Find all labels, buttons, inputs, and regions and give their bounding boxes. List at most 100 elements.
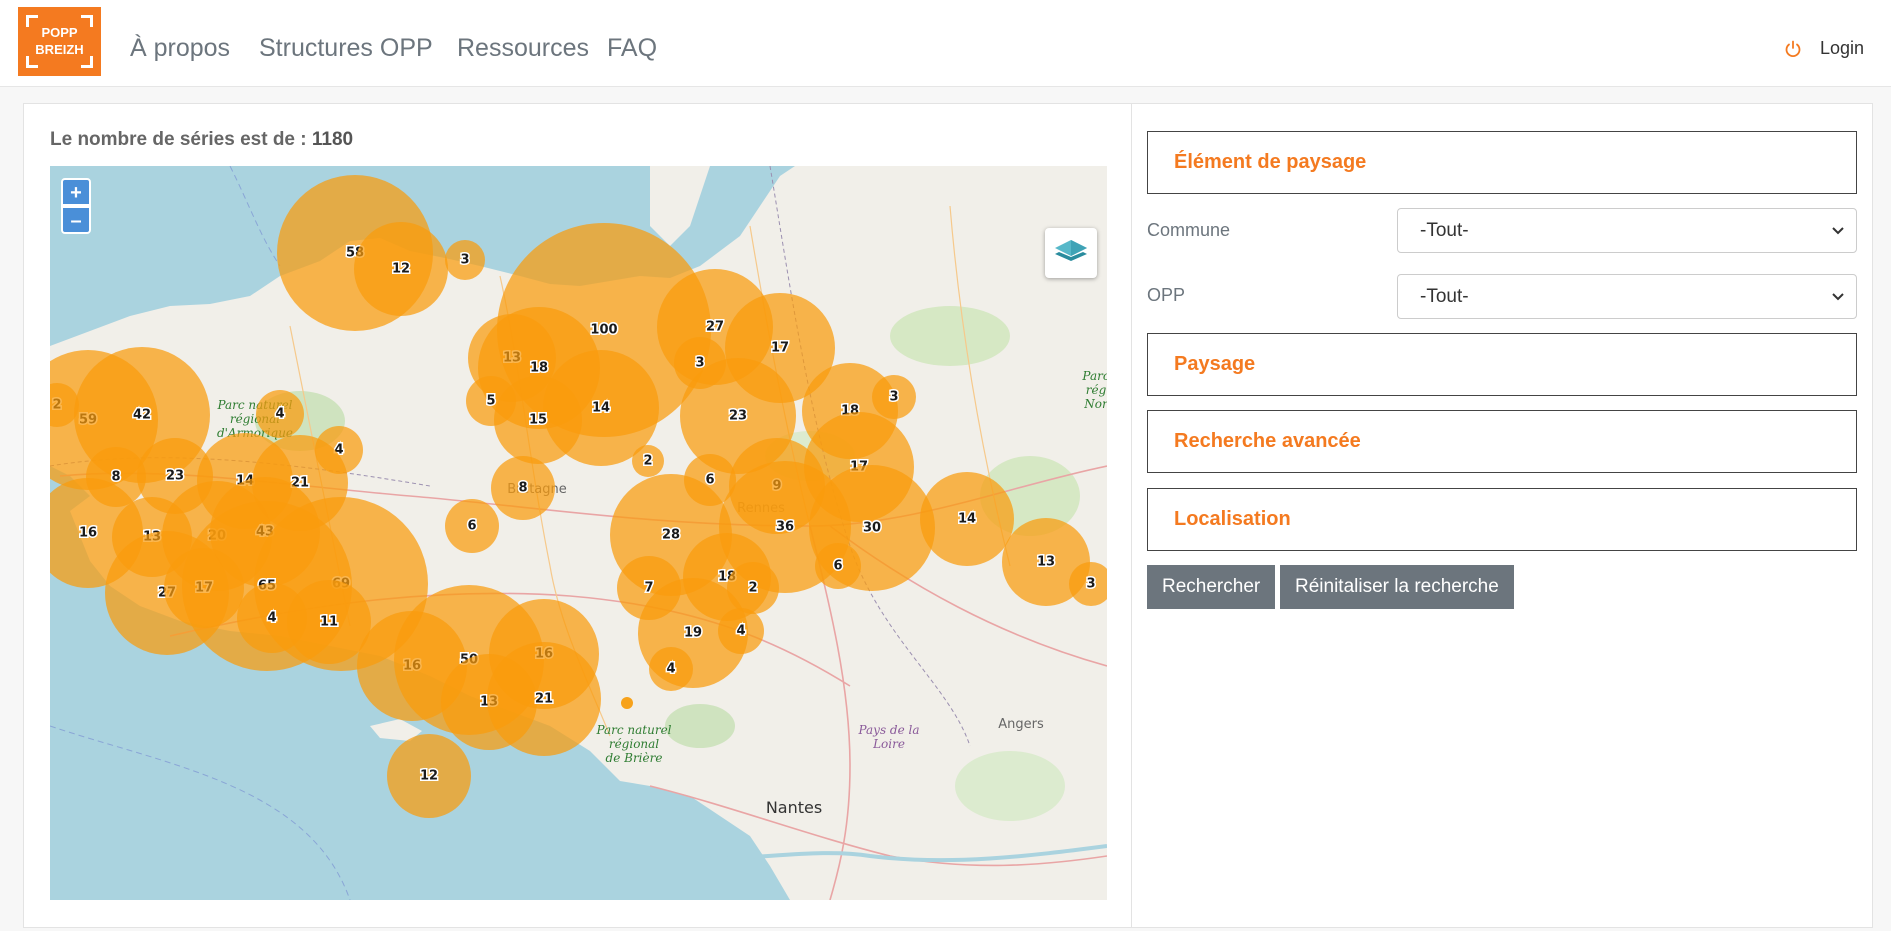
cluster-marker[interactable]: 12	[387, 734, 471, 818]
cluster-marker[interactable]: 6	[815, 543, 861, 589]
cluster-marker[interactable]: 11	[287, 580, 371, 664]
cluster-count: 21	[535, 692, 553, 707]
cluster-marker[interactable]: 8	[491, 456, 555, 520]
accordion-localisation[interactable]: Localisation	[1147, 488, 1857, 551]
chevron-down-icon	[1832, 293, 1844, 301]
layers-icon	[1055, 240, 1087, 261]
region-label: Nor	[1083, 397, 1107, 411]
cluster-count: 100	[590, 323, 617, 338]
cluster-marker[interactable]: 6	[445, 499, 499, 553]
region-label: rég	[1086, 383, 1107, 397]
region-label: Loire	[872, 737, 905, 751]
navbar: POPP BREIZH À propos Structures OPP Ress…	[0, 0, 1891, 87]
cluster-count: 4	[275, 407, 284, 422]
region-label: régional	[609, 737, 659, 751]
cluster-count: 8	[518, 481, 527, 496]
accordion-element-paysage-title: Élément de paysage	[1174, 151, 1367, 173]
series-count: Le nombre de séries est de : 1180	[50, 129, 353, 151]
cluster-count: 17	[771, 341, 789, 356]
cluster-count: 7	[644, 581, 653, 596]
cluster-marker[interactable]: 15	[494, 376, 582, 464]
accordion-recherche-avancee-title: Recherche avancée	[1174, 430, 1361, 452]
cluster-marker[interactable]: 2	[632, 445, 664, 477]
login-button[interactable]: Login	[1784, 38, 1864, 59]
cluster-count: 15	[529, 413, 547, 428]
cluster-count: 3	[460, 253, 469, 268]
cluster-count: 6	[705, 473, 714, 488]
search-button[interactable]: Rechercher	[1147, 565, 1276, 609]
map-panel: Le nombre de séries est de : 1180 Nantes…	[24, 104, 1132, 927]
layers-control[interactable]	[1045, 228, 1097, 278]
cluster-count: 36	[776, 520, 794, 535]
cluster-count: 18	[530, 361, 548, 376]
zoom-out-button[interactable]: –	[61, 206, 91, 234]
accordion-paysage[interactable]: Paysage	[1147, 333, 1857, 396]
region-label: Parc naturel	[595, 723, 671, 737]
map[interactable]: NantesAngersRennesBretagneParc naturelré…	[50, 166, 1107, 900]
opp-select[interactable]: -Tout-	[1397, 274, 1857, 319]
series-count-value: 1180	[311, 129, 354, 150]
place-label: Nantes	[766, 798, 822, 817]
cluster-count: 42	[133, 408, 151, 423]
cluster-count: 14	[592, 401, 610, 416]
cluster-count: 13	[1037, 555, 1055, 570]
cluster-marker[interactable]: 14	[920, 472, 1014, 566]
main-card: Le nombre de séries est de : 1180 Nantes…	[23, 103, 1873, 928]
accordion-localisation-title: Localisation	[1174, 508, 1291, 530]
cluster-marker[interactable]: 4	[649, 647, 693, 691]
accordion-element-paysage[interactable]: Élément de paysage	[1147, 131, 1857, 194]
region-label: Pays de la	[857, 723, 919, 737]
cluster-count: 30	[863, 521, 881, 536]
cluster-marker[interactable]: 4	[718, 608, 764, 654]
map-canvas[interactable]: NantesAngersRennesBretagneParc naturelré…	[50, 166, 1107, 900]
cluster-count: 2	[643, 454, 652, 469]
cluster-count: 23	[166, 469, 184, 484]
cluster-marker[interactable]: 21	[487, 642, 601, 756]
cluster-count: 23	[729, 409, 747, 424]
filter-panel: Élément de paysage Commune -Tout- OPP -T…	[1147, 104, 1862, 927]
power-icon	[1785, 40, 1801, 57]
cluster-count: 27	[706, 320, 724, 335]
nav-link-ressources[interactable]: Ressources	[457, 34, 589, 63]
cluster-count: 16	[79, 526, 97, 541]
cluster-marker[interactable]: 3	[445, 240, 485, 280]
single-marker[interactable]	[621, 697, 633, 709]
cluster-count: 12	[420, 769, 438, 784]
series-count-label: Le nombre de séries est de :	[50, 129, 307, 150]
commune-label: Commune	[1147, 220, 1231, 240]
accordion-paysage-title: Paysage	[1174, 353, 1256, 375]
cluster-count: 3	[1086, 577, 1095, 592]
cluster-marker[interactable]: 4	[256, 390, 304, 438]
cluster-count: 6	[833, 559, 842, 574]
cluster-marker[interactable]: 3	[872, 375, 916, 419]
zoom-in-button[interactable]: +	[61, 178, 91, 206]
cluster-count: 6	[467, 519, 476, 534]
cluster-count: 14	[958, 512, 976, 527]
opp-label: OPP	[1147, 285, 1186, 305]
region-label: de Brière	[606, 751, 663, 765]
chevron-down-icon	[1832, 227, 1844, 235]
cluster-count: 12	[392, 262, 410, 277]
commune-select-value: -Tout-	[1420, 220, 1469, 241]
cluster-count: 19	[684, 626, 702, 641]
cluster-marker[interactable]: 12	[354, 222, 448, 316]
cluster-count: 3	[889, 390, 898, 405]
cluster-count: 4	[666, 662, 675, 677]
nav-link-faq[interactable]: FAQ	[607, 34, 657, 63]
cluster-count: 11	[320, 615, 338, 630]
logo[interactable]: POPP BREIZH	[18, 7, 101, 76]
cluster-count: 5	[486, 394, 495, 409]
cluster-count: 28	[662, 528, 680, 543]
reset-button[interactable]: Réinitaliser la recherche	[1280, 565, 1514, 609]
place-label: Angers	[998, 717, 1044, 732]
nav-link-structures-opp[interactable]: Structures OPP	[259, 34, 433, 63]
opp-select-value: -Tout-	[1420, 286, 1469, 307]
commune-select[interactable]: -Tout-	[1397, 208, 1857, 253]
cluster-count: 8	[111, 470, 120, 485]
region-label: Parc	[1081, 369, 1107, 383]
accordion-recherche-avancee[interactable]: Recherche avancée	[1147, 410, 1857, 473]
login-label: Login	[1820, 38, 1865, 58]
cluster-count: 4	[736, 624, 745, 639]
cluster-count: 3	[695, 356, 704, 371]
nav-link-apropos[interactable]: À propos	[130, 34, 230, 63]
